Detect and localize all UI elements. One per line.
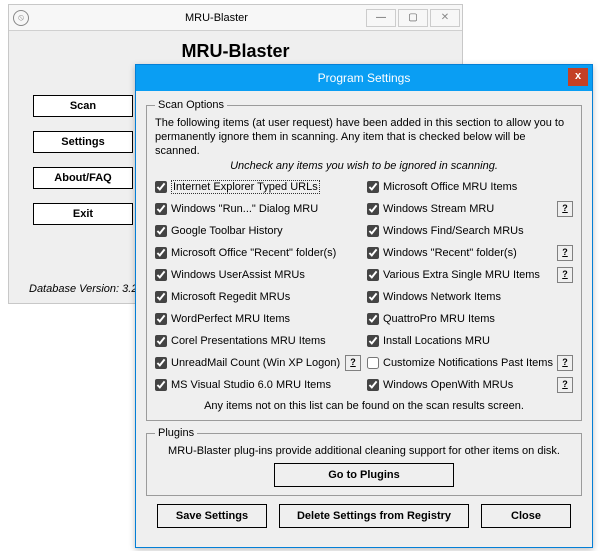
scan-option-label: Microsoft Regedit MRUs [171,291,290,303]
scan-option-label: Install Locations MRU [383,335,490,347]
scan-option: Corel Presentations MRU Items [155,332,361,350]
scan-option-checkbox[interactable] [367,335,379,347]
scan-option: Windows Stream MRU? [367,200,573,218]
scan-option-checkbox[interactable] [155,181,167,193]
scan-option-label: Windows "Recent" folder(s) [383,247,517,259]
scan-option-label: MS Visual Studio 6.0 MRU Items [171,379,331,391]
plugins-text: MRU-Blaster plug-ins provide additional … [155,445,573,457]
scan-option: Internet Explorer Typed URLs [155,178,361,196]
scan-option-label: Windows Network Items [383,291,501,303]
scan-option-checkbox[interactable] [367,357,379,369]
scan-option-checkbox[interactable] [155,269,167,281]
scan-option: Windows "Run..." Dialog MRU [155,200,361,218]
scan-option-checkbox[interactable] [367,225,379,237]
scan-option-label: WordPerfect MRU Items [171,313,290,325]
scan-option-checkbox[interactable] [367,313,379,325]
scan-option-label: UnreadMail Count (Win XP Logon) [171,357,340,369]
scan-options-footnote: Any items not on this list can be found … [155,400,573,412]
scan-option: Microsoft Office "Recent" folder(s) [155,244,361,262]
settings-bottom-row: Save Settings Delete Settings from Regis… [146,504,582,528]
main-sidebar: Scan Settings About/FAQ Exit [33,95,133,225]
scan-option-label: Customize Notifications Past Items [383,357,553,369]
scan-options-legend: Scan Options [155,99,227,111]
about-button[interactable]: About/FAQ [33,167,133,189]
scan-option-checkbox[interactable] [155,203,167,215]
scan-option: Windows Find/Search MRUs [367,222,573,240]
scan-option: Microsoft Office MRU Items [367,178,573,196]
scan-option: MS Visual Studio 6.0 MRU Items [155,376,361,394]
main-header: MRU-Blaster [9,31,462,66]
help-icon[interactable]: ? [557,245,573,261]
close-settings-button[interactable]: Close [481,504,571,528]
scan-option-checkbox[interactable] [155,379,167,391]
scan-option-checkbox[interactable] [367,181,379,193]
scan-option: WordPerfect MRU Items [155,310,361,328]
scan-option: Microsoft Regedit MRUs [155,288,361,306]
scan-option-label: Windows OpenWith MRUs [383,379,513,391]
scan-option-checkbox[interactable] [367,379,379,391]
minimize-button[interactable]: — [366,9,396,27]
help-icon[interactable]: ? [557,377,573,393]
scan-option-label: Windows Find/Search MRUs [383,225,524,237]
scan-option-label: Google Toolbar History [171,225,283,237]
scan-button[interactable]: Scan [33,95,133,117]
scan-option: Install Locations MRU [367,332,573,350]
close-icon[interactable]: x [568,68,588,86]
main-titlebar: ⦸ MRU-Blaster — ▢ ✕ [9,5,462,31]
scan-option-label: Microsoft Office "Recent" folder(s) [171,247,336,259]
scan-options-group: Scan Options The following items (at use… [146,99,582,421]
scan-option: UnreadMail Count (Win XP Logon)? [155,354,361,372]
settings-titlebar: Program Settings x [136,65,592,91]
scan-option: Windows "Recent" folder(s)? [367,244,573,262]
help-icon[interactable]: ? [557,267,573,283]
scan-option-label: Windows UserAssist MRUs [171,269,305,281]
help-icon[interactable]: ? [345,355,361,371]
scan-option-checkbox[interactable] [155,247,167,259]
settings-title: Program Settings [318,71,411,85]
scan-option: Customize Notifications Past Items? [367,354,573,372]
exit-button[interactable]: Exit [33,203,133,225]
scan-option: Windows Network Items [367,288,573,306]
scan-options-grid: Internet Explorer Typed URLs Microsoft Of… [155,178,573,394]
scan-options-intro: The following items (at user request) ha… [155,117,573,158]
scan-option-label: Corel Presentations MRU Items [171,335,326,347]
scan-option-checkbox[interactable] [367,269,379,281]
scan-option-checkbox[interactable] [367,291,379,303]
scan-option: QuattroPro MRU Items [367,310,573,328]
app-icon: ⦸ [13,10,29,26]
settings-button[interactable]: Settings [33,131,133,153]
scan-option: Various Extra Single MRU Items? [367,266,573,284]
plugins-group: Plugins MRU-Blaster plug-ins provide add… [146,427,582,496]
scan-option-label: QuattroPro MRU Items [383,313,495,325]
scan-option-label: Windows Stream MRU [383,203,494,215]
scan-option-checkbox[interactable] [155,357,167,369]
scan-option: Google Toolbar History [155,222,361,240]
maximize-button[interactable]: ▢ [398,9,428,27]
scan-option: Windows OpenWith MRUs? [367,376,573,394]
scan-option-label: Internet Explorer Typed URLs [171,180,320,194]
scan-option-checkbox[interactable] [367,203,379,215]
scan-option-checkbox[interactable] [367,247,379,259]
save-settings-button[interactable]: Save Settings [157,504,267,528]
scan-option-label: Various Extra Single MRU Items [383,269,540,281]
help-icon[interactable]: ? [557,355,573,371]
scan-option-checkbox[interactable] [155,335,167,347]
scan-options-sub: Uncheck any items you wish to be ignored… [155,160,573,172]
settings-dialog: Program Settings x Scan Options The foll… [135,64,593,548]
goto-plugins-button[interactable]: Go to Plugins [274,463,454,487]
scan-option-checkbox[interactable] [155,225,167,237]
scan-option-checkbox[interactable] [155,291,167,303]
scan-option-label: Microsoft Office MRU Items [383,181,517,193]
scan-option-label: Windows "Run..." Dialog MRU [171,203,318,215]
plugins-legend: Plugins [155,427,197,439]
scan-option: Windows UserAssist MRUs [155,266,361,284]
help-icon[interactable]: ? [557,201,573,217]
delete-settings-button[interactable]: Delete Settings from Registry [279,504,469,528]
scan-option-checkbox[interactable] [155,313,167,325]
main-window-title: MRU-Blaster [185,12,248,24]
close-window-button[interactable]: ✕ [430,9,460,27]
